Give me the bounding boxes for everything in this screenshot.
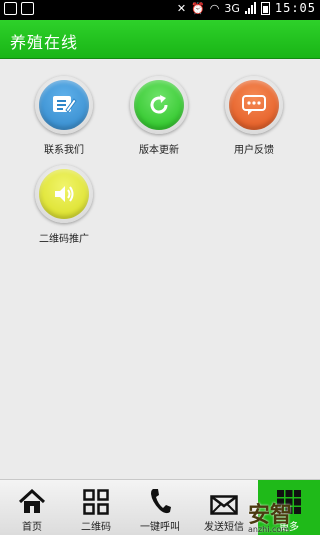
tile-label: 二维码推广 — [39, 234, 89, 245]
nav-item-qrcode[interactable]: 二维码 — [64, 480, 128, 535]
qrcode-icon — [64, 485, 128, 515]
tile-label: 版本更新 — [139, 145, 179, 156]
tile-contact-us[interactable]: 联系我们 — [19, 76, 109, 156]
status-right: ✕ ⏰ ◠ 3G 15:05 — [177, 1, 316, 15]
document-edit-icon — [39, 80, 89, 130]
tile-user-feedback[interactable]: 用户反馈 — [209, 76, 299, 156]
nav-label: 发送短信 — [204, 522, 244, 533]
watermark-logo: 安智 anzhi.com — [248, 503, 293, 534]
tile-label: 用户反馈 — [234, 145, 274, 156]
battery-icon — [260, 1, 270, 15]
nav-item-sms[interactable]: 发送短信 — [192, 480, 256, 535]
speaker-icon — [39, 169, 89, 219]
clock: 15:05 — [274, 1, 316, 15]
title-bar: 养殖在线 — [0, 20, 320, 59]
envelope-icon — [192, 485, 256, 515]
status-bar: ✕ ⏰ ◠ 3G 15:05 — [0, 0, 320, 20]
phone-icon — [128, 485, 192, 515]
tile-label: 联系我们 — [44, 145, 84, 156]
home-icon — [0, 485, 64, 515]
network-type: 3G — [224, 1, 240, 15]
chat-bubble-icon — [229, 80, 279, 130]
notification-icon — [21, 2, 34, 15]
nav-item-home[interactable]: 首页 — [0, 480, 64, 535]
mute-icon: ✕ — [176, 1, 187, 15]
nav-item-call[interactable]: 一键呼叫 — [128, 480, 192, 535]
signal-icon — [244, 2, 256, 14]
wifi-icon: ◠ — [209, 1, 220, 15]
notification-icons — [4, 2, 34, 15]
tile-qrcode-promo[interactable]: 二维码推广 — [19, 165, 109, 245]
refresh-icon — [134, 80, 184, 130]
notification-icon — [4, 2, 17, 15]
tile-version-update[interactable]: 版本更新 — [114, 76, 204, 156]
page-title: 养殖在线 — [10, 33, 79, 52]
nav-label: 一键呼叫 — [140, 522, 180, 533]
nav-label: 二维码 — [81, 522, 111, 533]
alarm-icon: ⏰ — [191, 1, 205, 15]
nav-label: 首页 — [22, 522, 42, 533]
